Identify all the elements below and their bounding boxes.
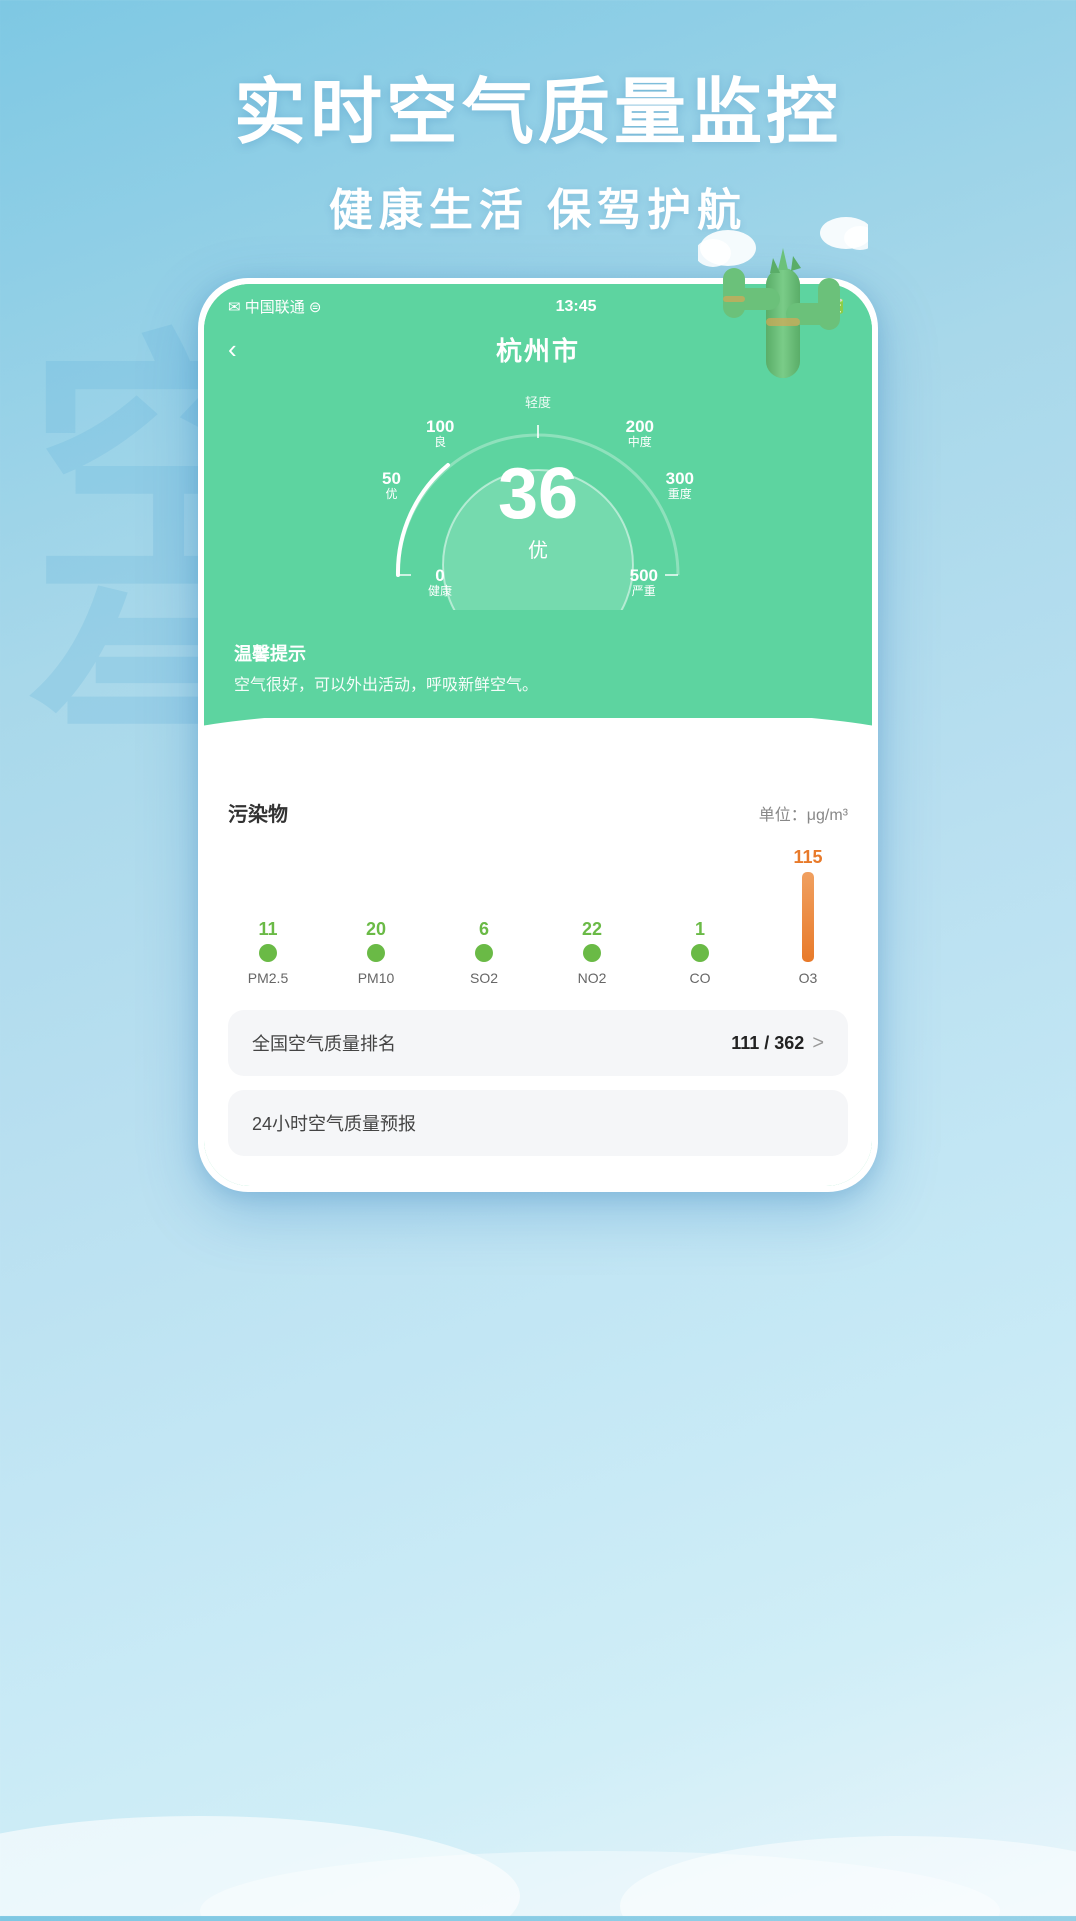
pollutant-item-pm2.5: 11 PM2.5	[238, 919, 298, 986]
pollutant-bar-o3	[802, 872, 814, 962]
pollutant-value-so2: 6	[479, 919, 489, 940]
aqi-value: 36	[498, 458, 578, 530]
gauge-label-top: 轻度	[525, 392, 551, 411]
pollutants-grid: 11 PM2.5 20 PM10 6 SO2 22 NO2 1 CO 115 O3	[228, 847, 848, 986]
pollutant-name-label: PM2.5	[248, 970, 288, 986]
gauge-label-500: 500 严重	[630, 567, 658, 598]
back-button[interactable]: ‹	[228, 334, 237, 365]
gauge-section: 轻度 0 健康 50 优 100 良	[204, 380, 872, 640]
pollutant-value-pm10: 20	[366, 919, 386, 940]
ranking-card[interactable]: 全国空气质量排名 111 / 362 >	[228, 1010, 848, 1076]
pollutant-bar-container	[475, 944, 493, 962]
pollutant-dot-pm2.5	[259, 944, 277, 962]
pollutant-bar-container	[802, 872, 814, 962]
pollutant-name-label: O3	[799, 970, 818, 986]
pollutant-bar-container	[367, 944, 385, 962]
pollutant-name-label: NO2	[578, 970, 607, 986]
bottom-clouds	[0, 1736, 1076, 1916]
pollutant-bar-container	[583, 944, 601, 962]
phone-screen: ✉ 中国联通 ⊜ 13:45 🔋 ‹ 杭州市	[204, 284, 872, 1186]
pollutant-name-label: SO2	[470, 970, 498, 986]
pollutant-item-so2: 6 SO2	[454, 919, 514, 986]
pollutant-item-o3: 115 O3	[778, 847, 838, 986]
phone-container: ✉ 中国联通 ⊜ 13:45 🔋 ‹ 杭州市	[198, 278, 878, 1192]
pollutant-item-pm10: 20 PM10	[346, 919, 406, 986]
gauge-wrapper: 轻度 0 健康 50 优 100 良	[368, 390, 708, 610]
status-carrier: ✉ 中国联通 ⊜	[228, 296, 321, 317]
gauge-label-100: 100 良	[426, 418, 454, 449]
ranking-label: 全国空气质量排名	[252, 1030, 396, 1056]
city-name: 杭州市	[496, 331, 580, 368]
pollutant-value-pm2.5: 11	[258, 919, 277, 940]
pollutant-dot-so2	[475, 944, 493, 962]
pollutant-name-label: CO	[690, 970, 711, 986]
pollutant-dot-co	[691, 944, 709, 962]
pollutant-value-co: 1	[695, 919, 705, 940]
cactus-decoration	[698, 188, 868, 398]
gauge-label-300: 300 重度	[666, 470, 694, 501]
pollutant-bar-container	[691, 944, 709, 962]
ranking-chevron: >	[812, 1032, 824, 1055]
hero-section: 实时空气质量监控 健康生活 保驾护航	[0, 0, 1076, 238]
pollutant-name-label: PM10	[358, 970, 395, 986]
pollutant-dot-pm10	[367, 944, 385, 962]
tip-text: 空气很好，可以外出活动，呼吸新鲜空气。	[234, 674, 842, 698]
tip-section: 温馨提示 空气很好，可以外出活动，呼吸新鲜空气。	[204, 640, 872, 718]
pollutants-unit: 单位：μg/m³	[759, 801, 848, 825]
gauge-label-0: 0 健康	[428, 567, 452, 598]
lower-section: 污染物 单位：μg/m³ 11PM2.520PM106SO222NO21CO11…	[204, 778, 872, 1186]
wave-divider	[204, 718, 872, 778]
aqi-center: 36 优	[498, 458, 578, 563]
pollutants-header: 污染物 单位：μg/m³	[228, 798, 848, 827]
hero-subtitle: 健康生活 保驾护航	[0, 174, 1076, 238]
hero-title: 实时空气质量监控	[0, 70, 1076, 156]
pollutant-value-o3: 115	[793, 847, 822, 868]
ranking-value: 111 / 362 >	[731, 1032, 824, 1055]
pollutant-item-no2: 22 NO2	[562, 919, 622, 986]
forecast-card[interactable]: 24小时空气质量预报	[228, 1090, 848, 1156]
forecast-label: 24小时空气质量预报	[252, 1110, 824, 1136]
pollutant-value-no2: 22	[582, 919, 602, 940]
pollutant-bar-container	[259, 944, 277, 962]
pollutant-dot-no2	[583, 944, 601, 962]
status-time: 13:45	[556, 298, 597, 316]
tip-title: 温馨提示	[234, 640, 842, 666]
aqi-level: 优	[498, 534, 578, 563]
pollutant-item-co: 1 CO	[670, 919, 730, 986]
gauge-label-50: 50 优	[382, 470, 401, 501]
gauge-label-200: 200 中度	[626, 418, 654, 449]
phone-frame: ✉ 中国联通 ⊜ 13:45 🔋 ‹ 杭州市	[198, 278, 878, 1192]
pollutants-title: 污染物	[228, 798, 288, 827]
